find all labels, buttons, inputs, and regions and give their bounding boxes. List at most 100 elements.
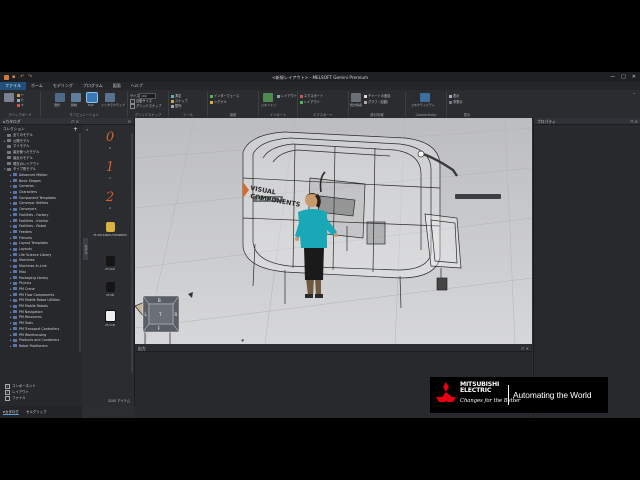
collection-tree-item[interactable]: ▸ Physics (10, 281, 31, 286)
3d-scene[interactable]: VISUAL COMPONENTS B L T R F (135, 118, 532, 344)
report-icon[interactable] (351, 93, 361, 102)
collection-tree-item[interactable]: ▸ PM Warehousing (10, 333, 46, 338)
collection-tree-item[interactable]: ▸ Facilities - Factory (10, 213, 48, 218)
collection-tree-item[interactable]: ▸ Characters (10, 190, 37, 195)
source-filter-checkbox[interactable]: ファイル (5, 395, 26, 401)
collection-tree-item[interactable]: ▸ Layouts (10, 247, 32, 252)
items-side-tab[interactable]: モデル (83, 238, 88, 260)
collection-tree-item[interactable]: ▸ Packaging Library (10, 276, 48, 281)
collection-tree-item[interactable]: ▸ Conveyor Utilities (10, 201, 48, 206)
collection-tree-item[interactable]: ▸ Machines In-Line (10, 264, 47, 269)
tree-scrollbar[interactable] (79, 133, 81, 353)
viewport-toolbar-right[interactable] (455, 194, 501, 199)
grid-snap-check[interactable]: グリッドスナップ (130, 103, 162, 109)
interface-button[interactable]: インターフェース (210, 93, 239, 98)
collection-tree-item[interactable]: ▸ Robot Positioners (10, 344, 48, 349)
catalog-item[interactable]: 2F-V1N (90, 308, 130, 334)
collection-tree-item[interactable]: ▸ PM Tools (10, 321, 33, 326)
delete-button[interactable]: ✕ (17, 103, 24, 107)
collection-tree-item[interactable]: ▸ Fixtures (10, 236, 32, 241)
maximize-button[interactable]: □ (621, 74, 626, 80)
3d-viewport[interactable]: VISUAL COMPONENTS B L T R F (135, 118, 532, 344)
collection-tree-item[interactable]: ▸ Machines (10, 258, 35, 263)
collection-tree-item[interactable]: 最近使ったモデル (4, 150, 39, 155)
collection-tree-item[interactable]: ▸ Facilities - Interior (10, 219, 48, 224)
catalog-item[interactable]: 2F-VAD (90, 254, 130, 280)
nav-cube[interactable]: B L T R F (142, 295, 180, 333)
items-scrollbar[interactable] (131, 133, 133, 373)
items-panel-close-icon[interactable]: ✕ (128, 118, 131, 125)
menu-program[interactable]: プログラム (78, 82, 108, 90)
catalog-item[interactable]: 22 (90, 190, 130, 216)
collection-tree-item[interactable]: ▸ PM Navigation (10, 310, 43, 315)
cut-button[interactable]: ✂ (17, 93, 24, 97)
source-filter-checkbox[interactable]: ✓ レイアウト (5, 389, 29, 395)
menu-modeling[interactable]: モデリング (48, 82, 78, 90)
nav-cube-top[interactable]: B (158, 298, 161, 303)
export-layout-button[interactable]: レイアウト (300, 99, 320, 104)
collection-tree-item[interactable]: 最近のモデル (4, 156, 33, 161)
collection-tree-item[interactable]: ▸ Life Science Library (10, 253, 51, 258)
select-icon[interactable] (55, 93, 65, 102)
menu-file[interactable]: ファイル (0, 82, 26, 90)
catalog-item[interactable]: 2F-VB (90, 280, 130, 306)
import-layout-button[interactable]: レイアウト (277, 93, 297, 98)
collection-tree-item[interactable]: ▸ PM Resources (10, 315, 42, 320)
collection-tree-item[interactable]: ▸ PM Mobile Robot Utilities (10, 298, 60, 303)
catalog-item[interactable]: 11 (90, 160, 130, 186)
collection-tree-item[interactable]: 全てのモデル (4, 133, 33, 138)
copy-button[interactable]: ⎘ (17, 98, 24, 102)
collection-tree-item[interactable]: ▸ PM Crane (10, 287, 35, 292)
collection-tree-item[interactable]: ▸ Component Templates (10, 196, 56, 201)
checkbox-icon[interactable] (5, 395, 10, 401)
source-filter-checkbox[interactable]: ✓ コンポーネント (5, 383, 36, 389)
collection-tree-item[interactable]: ▸ PM Mobile Robots (10, 304, 48, 309)
menu-home[interactable]: ホーム (26, 82, 48, 90)
collection-tree-item[interactable]: ▸ PM Transport Controllers (10, 327, 59, 332)
hide-button[interactable]: 非表示 (449, 99, 463, 104)
catalog-item[interactable]: 2F-AM-34RVG FOXSERVO (90, 220, 130, 246)
collection-tree-item[interactable]: ▸ PM Flow Components (10, 293, 54, 298)
collection-tree-item[interactable]: マイモデル (4, 144, 29, 149)
paste-icon[interactable] (4, 93, 14, 102)
checkbox-icon[interactable]: ✓ (5, 389, 10, 395)
collection-tree-item[interactable]: ▸ Basic Shapes (10, 179, 41, 184)
connectivity-icon[interactable] (420, 93, 430, 102)
add-chart-button[interactable]: グラフ（自動） (364, 99, 390, 104)
signal-button[interactable]: シグナル (210, 99, 227, 104)
move-icon[interactable] (71, 93, 81, 102)
collection-tree-item[interactable]: ▸ Layout Templates (10, 241, 48, 246)
collection-tree-item[interactable]: ▸ 公開モデル (4, 139, 29, 144)
menu-help[interactable]: ヘルプ (126, 82, 148, 90)
collection-tree-item[interactable]: ▸ Products and Containers (10, 338, 59, 343)
pnp-icon[interactable] (86, 92, 98, 103)
tab-ecatalog[interactable]: eカタログ (3, 409, 19, 415)
collection-tree-item[interactable]: ▸ Conveyors (10, 207, 36, 212)
collection-tree-item[interactable]: ▸ Misc (10, 270, 26, 275)
interactive-icon[interactable] (105, 93, 115, 102)
collection-tree-item[interactable]: 現在のレイアウト (4, 162, 39, 167)
menu-drawing[interactable]: 図面 (108, 82, 126, 90)
catalog-item[interactable]: 00 (90, 130, 130, 156)
collection-tree-item[interactable]: ▾ タイプ別モデル (4, 167, 36, 172)
add-collection-icon[interactable]: + (73, 126, 78, 133)
nav-cube-front[interactable]: T (158, 312, 162, 317)
nav-cube-right[interactable]: R (175, 312, 178, 317)
checkbox-icon[interactable]: ✓ (5, 383, 10, 389)
items-search-icon[interactable]: ⌕ (86, 127, 88, 132)
ribbon-collapse-icon[interactable]: ⌃ (633, 92, 636, 97)
collection-tree-item[interactable]: ▸ Feeders (10, 230, 32, 235)
align-button[interactable]: 整列 (171, 103, 181, 108)
show-button[interactable]: 表示 (449, 93, 459, 98)
output-pin-icon[interactable]: ⊓ ✕ (521, 345, 529, 352)
geometry-icon[interactable] (263, 93, 273, 102)
collection-tree-item[interactable]: ▸ Cameras (10, 184, 34, 189)
close-button[interactable]: ✕ (632, 74, 636, 80)
chart-button[interactable]: チャートの追加 (364, 93, 390, 98)
collection-tree-item[interactable]: ▸ Advanced Motion (10, 173, 48, 178)
export-button[interactable]: エクスポート (300, 93, 323, 98)
minimize-button[interactable]: — (610, 74, 615, 80)
collection-tree-item[interactable]: ▸ Facilities - Robot (10, 224, 46, 229)
panel-pin-icon[interactable]: ⊓ ✕ (71, 118, 79, 125)
properties-pin-icon[interactable]: ⊓ ✕ (630, 118, 638, 125)
